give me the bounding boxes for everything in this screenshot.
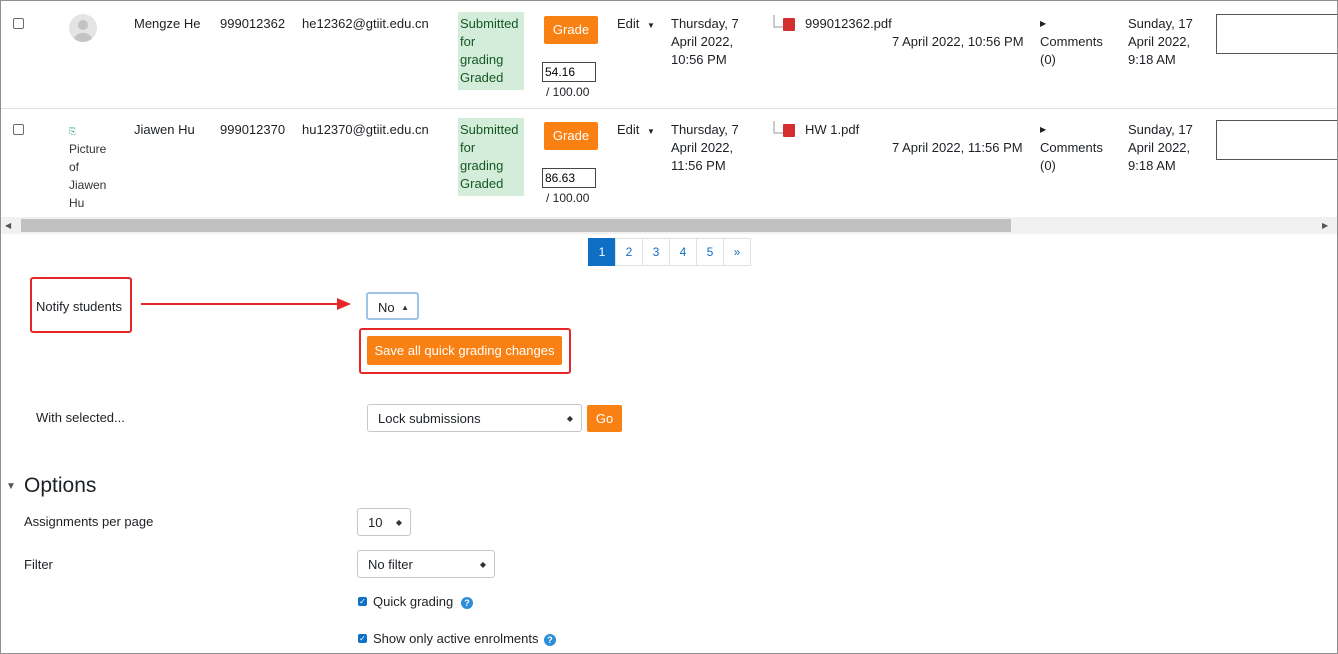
with-selected-label: With selected... bbox=[36, 410, 125, 425]
notify-students-label: Notify students bbox=[36, 299, 122, 314]
pagination: 1 2 3 4 5 » bbox=[588, 238, 751, 266]
tree-branch-icon bbox=[773, 15, 783, 28]
horizontal-scrollbar[interactable]: ◀ ▶ bbox=[1, 217, 1337, 234]
notify-students-select[interactable]: No ▲ bbox=[366, 292, 419, 320]
last-modified: Sunday, 17 April 2022, 9:18 AM bbox=[1128, 16, 1193, 67]
file-link[interactable]: HW 1.pdf bbox=[805, 121, 859, 139]
grade-max: / 100.00 bbox=[546, 85, 590, 99]
bulk-action-select[interactable]: Lock submissions ◆ bbox=[367, 404, 582, 432]
feedback-comments-textarea[interactable] bbox=[1216, 120, 1337, 160]
student-name[interactable]: Jiawen Hu bbox=[134, 121, 195, 139]
email: hu12370@gtiit.edu.cn bbox=[302, 122, 429, 137]
feedback-comments-textarea[interactable] bbox=[1216, 14, 1337, 54]
id-number: 999012370 bbox=[220, 122, 286, 137]
options-heading[interactable]: Options bbox=[24, 474, 96, 498]
page-next[interactable]: » bbox=[723, 238, 751, 266]
broken-image-icon: ⎘ bbox=[69, 126, 77, 136]
grade-max: / 100.00 bbox=[546, 191, 590, 205]
page-2[interactable]: 2 bbox=[615, 238, 643, 266]
caret-right-icon: ▶ bbox=[1040, 19, 1047, 28]
comments-toggle[interactable]: ▶ Comments (0) bbox=[1040, 121, 1103, 175]
select-arrows-icon: ▲ bbox=[401, 303, 409, 312]
caret-down-icon: ▼ bbox=[647, 127, 655, 136]
active-enrolments-label[interactable]: Show only active enrolments bbox=[373, 631, 538, 646]
page-3[interactable]: 3 bbox=[642, 238, 670, 266]
pdf-icon bbox=[783, 18, 795, 31]
last-modified: Sunday, 17 April 2022, 9:18 AM bbox=[1128, 122, 1193, 173]
grade-input[interactable] bbox=[542, 168, 596, 188]
grade-input[interactable] bbox=[542, 62, 596, 82]
annotation-arrow bbox=[141, 298, 351, 310]
caret-down-icon: ▼ bbox=[647, 21, 655, 30]
student-name[interactable]: Mengze He bbox=[134, 15, 200, 33]
save-quick-grading-button[interactable]: Save all quick grading changes bbox=[367, 336, 562, 365]
assignments-per-page-select[interactable]: 10 ◆ bbox=[357, 508, 411, 536]
scroll-right-icon[interactable]: ▶ bbox=[1322, 221, 1328, 230]
help-icon[interactable]: ? bbox=[544, 634, 556, 646]
scroll-left-icon[interactable]: ◀ bbox=[5, 221, 11, 230]
filter-label: Filter bbox=[24, 557, 53, 572]
assignments-per-page-label: Assignments per page bbox=[24, 514, 154, 529]
page-1[interactable]: 1 bbox=[588, 238, 616, 266]
user-silhouette-icon bbox=[74, 20, 92, 42]
email: he12362@gtiit.edu.cn bbox=[302, 16, 429, 31]
status-badge: Submitted for grading Graded bbox=[458, 118, 524, 196]
date-modified: Thursday, 7 April 2022, 10:56 PM bbox=[671, 16, 739, 67]
edit-menu[interactable]: Edit ▼ bbox=[617, 121, 655, 141]
row-divider bbox=[1, 108, 1337, 109]
file-link[interactable]: 999012362.pdf bbox=[805, 15, 892, 33]
comments-toggle[interactable]: ▶ Comments (0) bbox=[1040, 15, 1103, 69]
avatar bbox=[69, 14, 97, 42]
grade-button[interactable]: Grade bbox=[544, 16, 598, 44]
pdf-icon bbox=[783, 124, 795, 137]
help-icon[interactable]: ? bbox=[461, 597, 473, 609]
page-5[interactable]: 5 bbox=[696, 238, 724, 266]
page-4[interactable]: 4 bbox=[669, 238, 697, 266]
quick-grading-label[interactable]: Quick grading bbox=[373, 594, 453, 609]
id-number: 999012362 bbox=[220, 16, 286, 31]
file-timestamp: 7 April 2022, 11:56 PM bbox=[892, 140, 1023, 155]
filter-select[interactable]: No filter ◆ bbox=[357, 550, 495, 578]
active-enrolments-checkbox[interactable]: ✓ bbox=[358, 634, 367, 643]
go-button[interactable]: Go bbox=[587, 405, 622, 432]
select-row-checkbox[interactable] bbox=[13, 18, 24, 29]
select-arrows-icon: ◆ bbox=[479, 560, 486, 569]
page-frame: Mengze He 999012362 he12362@gtiit.edu.cn… bbox=[0, 0, 1338, 654]
collapse-caret-icon[interactable]: ▼ bbox=[6, 481, 16, 492]
caret-right-icon: ▶ bbox=[1040, 125, 1047, 134]
date-modified: Thursday, 7 April 2022, 11:56 PM bbox=[671, 122, 739, 173]
select-arrows-icon: ◆ bbox=[395, 518, 402, 527]
scrollbar-thumb[interactable] bbox=[21, 219, 1011, 232]
select-row-checkbox[interactable] bbox=[13, 124, 24, 135]
status-badge: Submitted for grading Graded bbox=[458, 12, 524, 90]
grade-button[interactable]: Grade bbox=[544, 122, 598, 150]
edit-menu[interactable]: Edit ▼ bbox=[617, 15, 655, 35]
quick-grading-checkbox[interactable]: ✓ bbox=[358, 597, 367, 606]
select-arrows-icon: ◆ bbox=[566, 414, 573, 423]
avatar: ⎘ Picture of Jiawen Hu bbox=[69, 126, 107, 210]
tree-branch-icon bbox=[773, 121, 783, 134]
file-timestamp: 7 April 2022, 10:56 PM bbox=[892, 34, 1024, 49]
